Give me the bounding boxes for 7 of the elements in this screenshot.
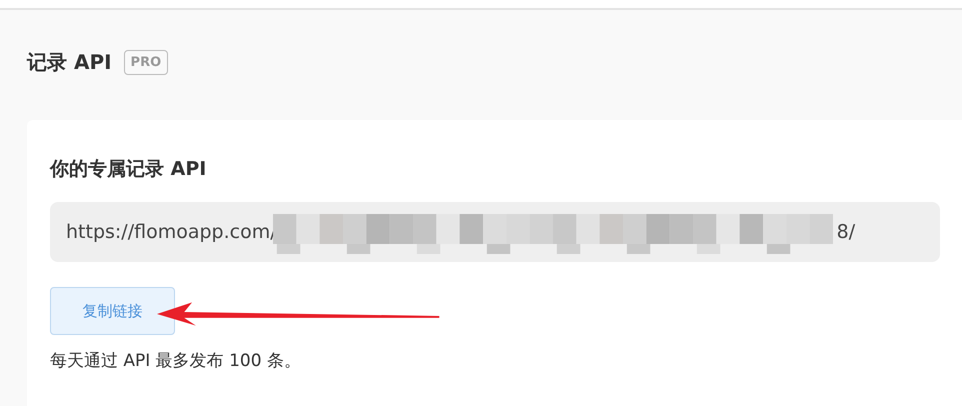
pro-badge: PRO <box>124 50 168 74</box>
section-title: 记录 API <box>27 48 112 76</box>
url-field[interactable]: https://flomoapp.com/ 8/ <box>50 202 940 262</box>
url-end-text: 8/ <box>836 221 856 243</box>
api-limit-note: 每天通过 API 最多发布 100 条。 <box>50 350 302 372</box>
url-start-text: https://flomoapp.com/ <box>66 221 277 243</box>
card-title: 你的专属记录 API <box>50 157 208 182</box>
